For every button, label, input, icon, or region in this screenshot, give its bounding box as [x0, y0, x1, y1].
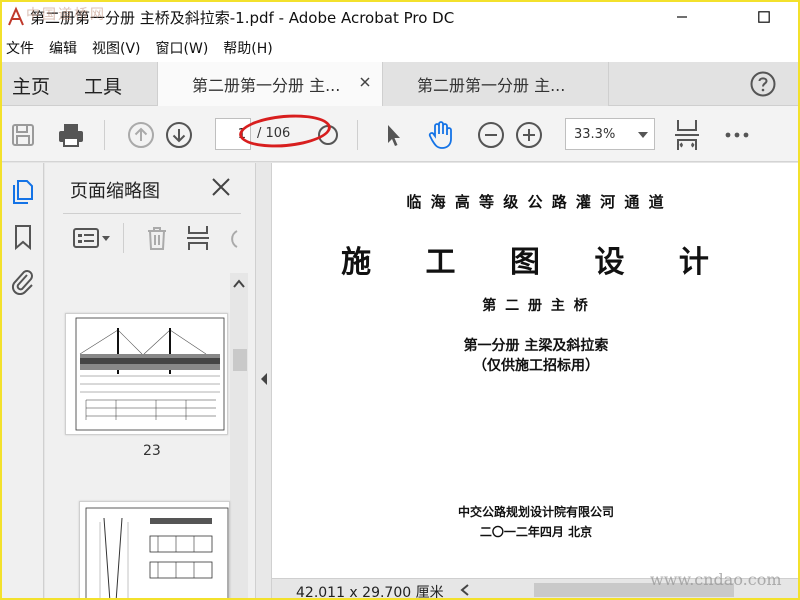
toolbar-separator: [357, 120, 358, 150]
tab-document-inactive[interactable]: 第二册第一分册 主...: [383, 62, 609, 106]
fit-page-button[interactable]: [672, 116, 702, 154]
page-thumbnail[interactable]: [65, 313, 228, 435]
help-icon[interactable]: [750, 71, 776, 97]
page-size-readout: 42.011 x 29.700 厘米: [296, 585, 444, 600]
acrobat-logo-icon: [8, 6, 24, 26]
pane-tool-separator: [123, 223, 124, 253]
minus-circle-icon: [478, 122, 504, 148]
arrow-down-circle-icon: [166, 122, 192, 148]
tab-document-active[interactable]: 第二册第一分册 主...: [157, 62, 383, 106]
zoom-out-button[interactable]: [476, 120, 506, 150]
title-bar: 第二册第一分册 主桥及斜拉索-1.pdf - Adobe Acrobat Pro…: [0, 0, 800, 34]
insert-page-button[interactable]: [185, 223, 211, 253]
select-tool-button[interactable]: [378, 120, 408, 150]
document-line-company: 中交公路规划设计院有限公司: [457, 505, 614, 519]
document-line-project: 临 海 高 等 级 公 路 灌 河 通 道: [406, 193, 666, 211]
menu-bar: 文件 编辑 视图(V) 窗口(W) 帮助(H): [0, 34, 800, 62]
arrow-up-circle-icon: [128, 122, 154, 148]
page-thumbnails-icon[interactable]: [10, 177, 36, 205]
close-icon[interactable]: [211, 177, 231, 197]
watermark-url: www.cndao.com: [650, 570, 782, 589]
next-page-button[interactable]: [164, 120, 194, 150]
drawing-thumbnail: [85, 507, 229, 600]
document-line-subvolume: 第一分册 主梁及斜拉索: [463, 338, 609, 354]
thumbnail-options-button[interactable]: [73, 223, 113, 253]
tab-bar: 主页 工具 第二册第一分册 主... 第二册第一分册 主...: [0, 62, 800, 106]
tab-document-label: 第二册第一分册 主...: [417, 76, 566, 95]
maximize-icon: [758, 11, 770, 23]
menu-file[interactable]: 文件: [6, 38, 34, 58]
thumbnail-page-number: 23: [143, 443, 161, 459]
zoom-in-button[interactable]: [514, 120, 544, 150]
save-icon: [12, 124, 34, 146]
document-line-heading: 施 工 图 设 计: [341, 245, 731, 280]
chevron-left-icon[interactable]: [460, 584, 470, 596]
close-icon[interactable]: [358, 75, 372, 89]
save-button[interactable]: [8, 120, 38, 150]
thumbnails-pane: 页面缩略图 23: [45, 163, 255, 600]
watermark-logo: 中国道桥网: [26, 7, 106, 23]
zoom-select[interactable]: 33.3%: [565, 118, 655, 150]
toolbar-separator: [104, 120, 105, 150]
document-line-volume: 第 二 册 主 桥: [482, 298, 590, 314]
menu-window[interactable]: 窗口(W): [156, 38, 209, 58]
thumbnails-scroll-thumb[interactable]: [233, 349, 247, 371]
menu-help[interactable]: 帮助(H): [223, 38, 272, 58]
hand-tool-button[interactable]: [426, 120, 456, 150]
bookmark-icon[interactable]: [10, 223, 36, 251]
previous-page-button[interactable]: [126, 120, 156, 150]
delete-page-button[interactable]: [145, 223, 169, 253]
tab-document-label: 第二册第一分册 主...: [192, 76, 341, 95]
document-line-note: （仅供施工招标用）: [473, 358, 599, 374]
list-options-icon: [73, 228, 110, 248]
insert-page-icon: [187, 226, 209, 250]
toolbar: [0, 106, 800, 162]
chevron-up-icon[interactable]: [233, 278, 245, 290]
minimize-icon: [677, 16, 687, 18]
maximize-button[interactable]: [742, 2, 786, 32]
drawing-thumbnail: [75, 317, 225, 431]
print-icon: [59, 124, 83, 147]
zoom-value: 33.3%: [574, 126, 616, 142]
hand-icon: [428, 121, 452, 149]
document-line-date: 二〇一二年四月 北京: [479, 525, 593, 539]
fit-page-icon: [675, 120, 699, 150]
menu-edit[interactable]: 编辑: [49, 38, 77, 58]
more-dots-icon: [725, 132, 749, 138]
tab-home[interactable]: 主页: [12, 72, 50, 99]
menu-view[interactable]: 视图(V): [92, 38, 141, 58]
rotate-page-button[interactable]: [225, 223, 239, 253]
cursor-arrow-icon: [388, 125, 400, 146]
minimize-button[interactable]: [660, 2, 704, 32]
tab-tools[interactable]: 工具: [84, 72, 122, 99]
collapse-arrow-icon[interactable]: [260, 373, 268, 385]
thumbnails-scrollbar[interactable]: [230, 273, 248, 600]
trash-icon: [148, 227, 166, 250]
caret-down-icon: [638, 132, 648, 138]
rotate-icon: [231, 230, 238, 248]
attachment-icon[interactable]: [10, 267, 36, 295]
plus-circle-icon: [516, 122, 542, 148]
more-tools-button[interactable]: [722, 120, 752, 150]
print-button[interactable]: [56, 120, 86, 150]
navigation-rail: [0, 163, 44, 600]
pane-splitter[interactable]: [255, 163, 272, 600]
document-view[interactable]: 临 海 高 等 级 公 路 灌 河 通 道 施 工 图 设 计 第 二 册 主 …: [272, 163, 800, 600]
page-thumbnail[interactable]: [79, 501, 230, 600]
pane-divider: [63, 213, 241, 214]
thumbnails-pane-title: 页面缩略图: [70, 181, 160, 202]
